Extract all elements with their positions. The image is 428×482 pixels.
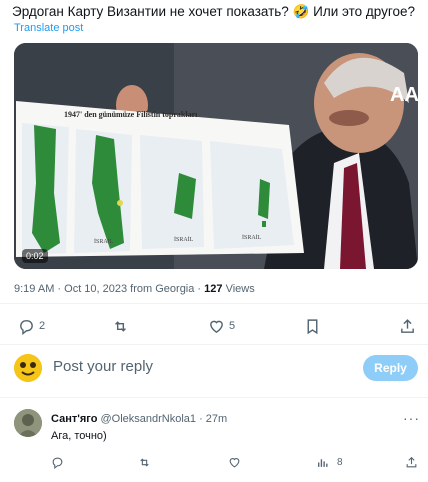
video-duration: 0:02	[22, 249, 48, 263]
reply-input[interactable]: Post your reply	[53, 358, 153, 375]
reply-icon	[20, 319, 33, 335]
comment-share-button[interactable]	[405, 451, 418, 473]
views-count: 8	[337, 456, 343, 468]
map-label-2: İSRAİL	[174, 236, 194, 243]
bookmark-button[interactable]	[304, 312, 321, 340]
post-text: Эрдоган Карту Византии не хочет показать…	[12, 4, 416, 19]
post-meta: 9:19 AM · Oct 10, 2023 from Georgia · 12…	[14, 283, 255, 295]
reply-composer: Post your reply Reply	[0, 350, 428, 388]
like-button[interactable]: 5	[208, 312, 235, 340]
reply-button[interactable]: 2	[18, 312, 45, 340]
comment-text: Ага, точно)	[51, 430, 107, 442]
post-actions: 2 5	[0, 312, 428, 340]
share-icon	[406, 456, 417, 467]
bookmark-icon	[307, 318, 318, 334]
repost-icon	[140, 457, 149, 467]
repost-icon	[115, 320, 126, 332]
video-frame: 1947' den günümüze Filistin toprakları İ…	[14, 43, 418, 269]
comment-handle[interactable]: @OleksandrNkola1 · 27m	[100, 413, 227, 425]
share-button[interactable]	[399, 312, 416, 340]
views-icon	[318, 458, 328, 467]
more-icon[interactable]: ···	[403, 410, 420, 426]
video-player[interactable]: 1947' den günümüze Filistin toprakları İ…	[14, 43, 418, 269]
like-icon	[229, 457, 240, 467]
views-count: 127	[204, 283, 223, 295]
comment-actions: 8	[0, 451, 428, 473]
avatar-photo-icon	[14, 409, 42, 437]
reply-submit-button[interactable]: Reply	[363, 355, 418, 381]
comment-header: Сант'яго @OleksandrNkola1 · 27m	[51, 413, 227, 425]
avatar-emoji-icon	[14, 354, 42, 382]
translate-link[interactable]: Translate post	[14, 22, 83, 34]
views-label: Views	[222, 283, 255, 295]
comment-repost-button[interactable]	[138, 451, 151, 473]
post-timestamp: 9:19 AM · Oct 10, 2023 from Georgia ·	[14, 283, 205, 295]
repost-button[interactable]	[112, 312, 129, 340]
share-icon	[401, 318, 414, 333]
divider	[0, 303, 428, 304]
comment-like-button[interactable]	[228, 451, 241, 473]
comment-reply-button[interactable]	[51, 451, 64, 473]
map-title: 1947' den günümüze Filistin toprakları	[64, 110, 198, 119]
like-count: 5	[229, 320, 236, 332]
reply-icon	[52, 457, 63, 469]
avatar[interactable]	[14, 409, 42, 437]
comment-author[interactable]: Сант'яго	[51, 413, 97, 425]
avatar	[14, 354, 42, 382]
map-label-3: İSRAİL	[242, 234, 262, 241]
watermark-logo: AA	[390, 84, 418, 106]
divider	[0, 344, 428, 345]
like-icon	[210, 320, 223, 333]
reply-count: 2	[39, 320, 46, 332]
comment-views-button[interactable]: 8	[316, 451, 343, 473]
map-label-1: İSRAİL	[94, 238, 114, 245]
divider	[0, 397, 428, 398]
